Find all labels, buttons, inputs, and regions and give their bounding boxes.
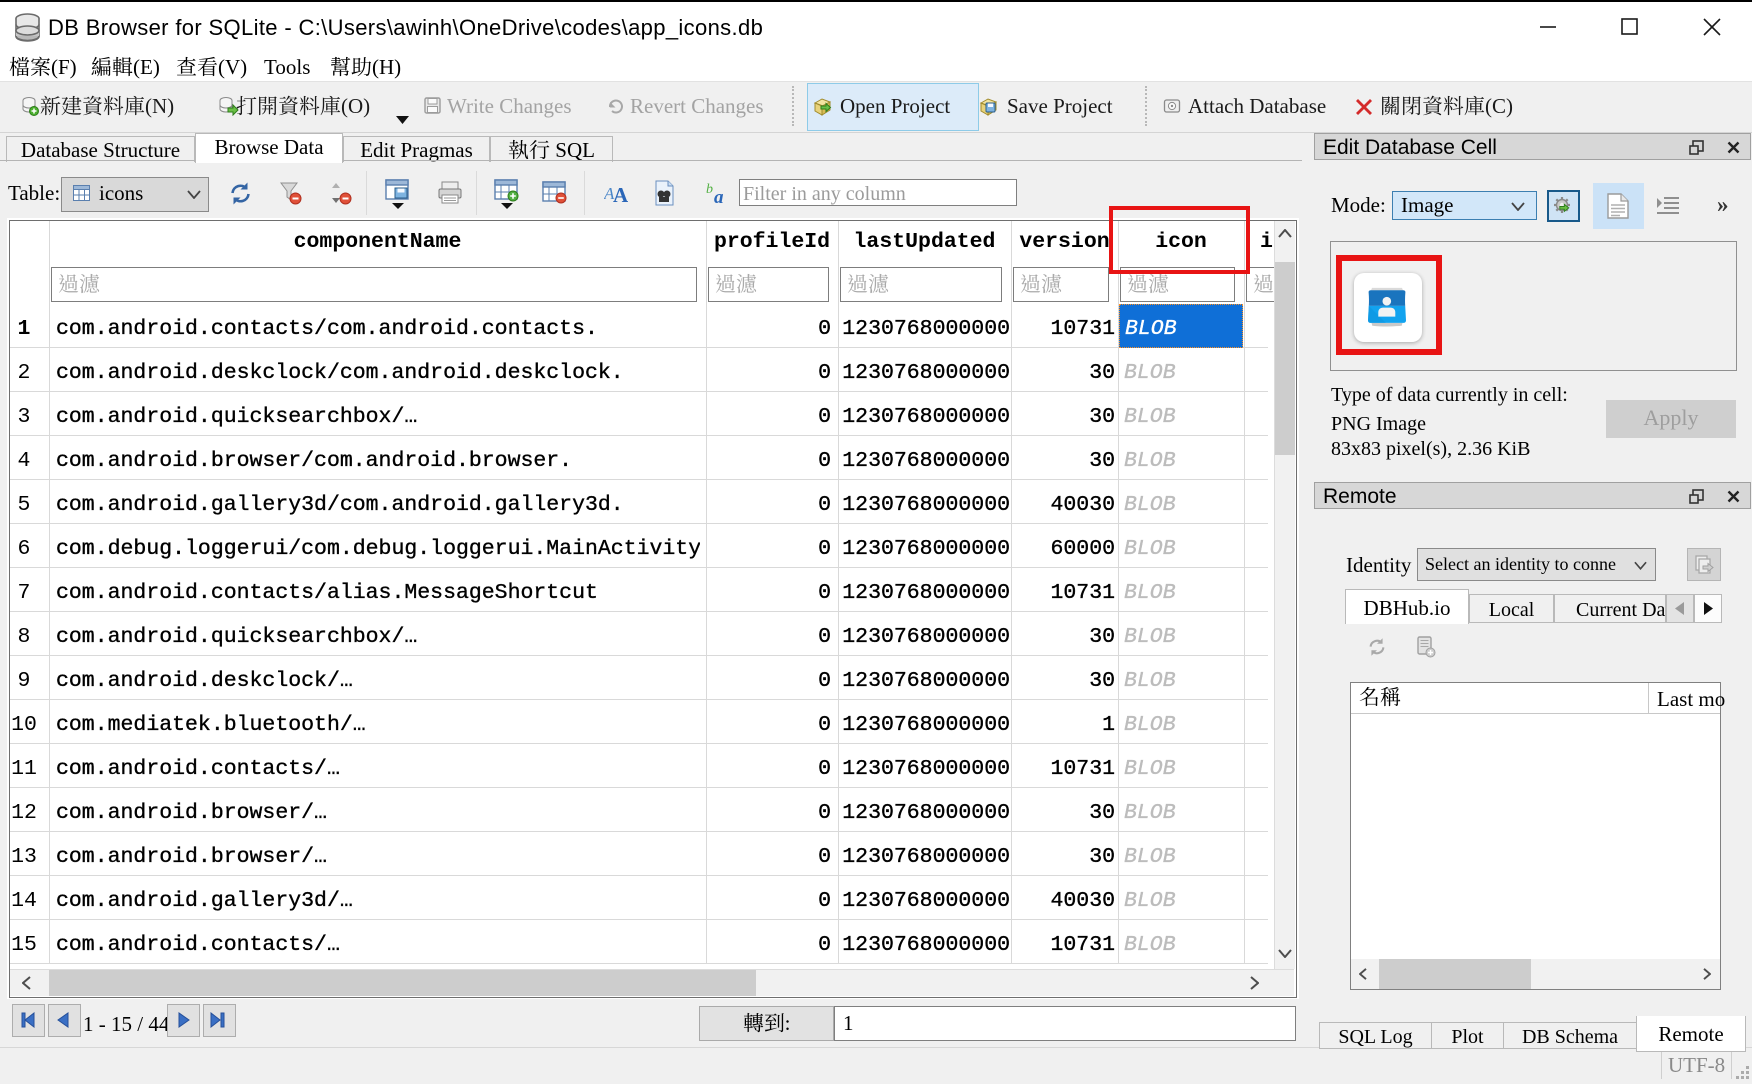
svg-text:a: a [714,187,724,206]
svg-text:A: A [613,183,628,204]
svg-text:b: b [706,182,713,197]
